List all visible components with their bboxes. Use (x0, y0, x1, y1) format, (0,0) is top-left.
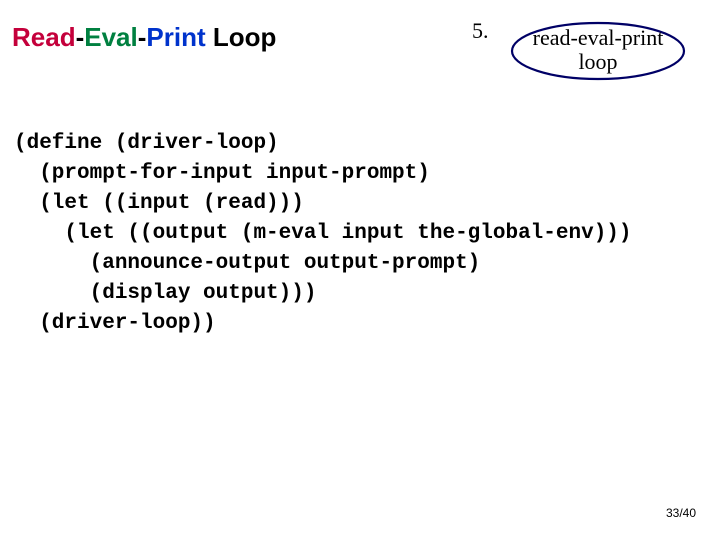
concept-oval: read-eval-print loop (508, 20, 688, 82)
title-word-eval: Eval (84, 22, 138, 52)
slide-title: Read-Eval-Print Loop (12, 22, 276, 53)
title-dash-1: - (76, 22, 85, 52)
title-word-read: Read (12, 22, 76, 52)
slide: Read-Eval-Print Loop 5. read-eval-print … (0, 0, 720, 540)
oval-line-2: loop (578, 49, 617, 74)
step-number: 5. (472, 18, 489, 44)
oval-line-1: read-eval-print (533, 25, 664, 50)
header: Read-Eval-Print Loop 5. read-eval-print … (0, 14, 720, 84)
page-number: 33/40 (666, 506, 696, 520)
title-word-print: Print (146, 22, 205, 52)
code-block: (define (driver-loop) (prompt-for-input … (14, 129, 632, 339)
title-space (206, 22, 213, 52)
title-word-loop: Loop (213, 22, 277, 52)
oval-label: read-eval-print loop (508, 26, 688, 74)
